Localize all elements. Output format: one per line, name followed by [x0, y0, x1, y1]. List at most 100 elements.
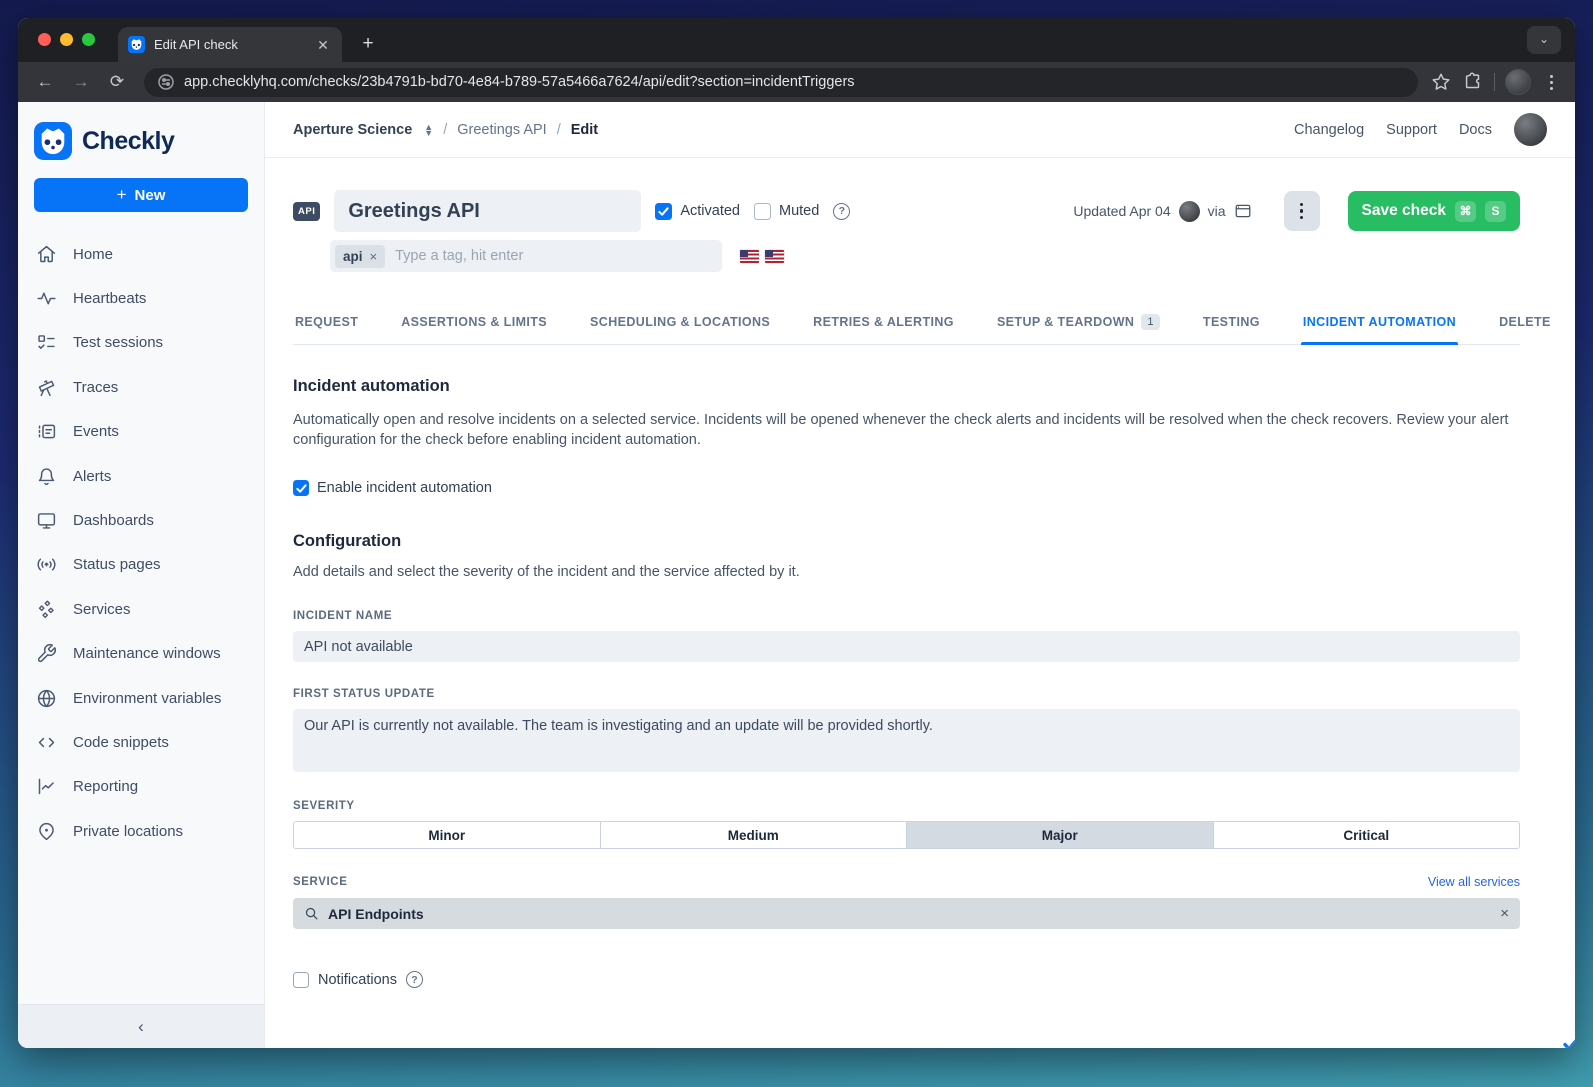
sidebar-item-traces[interactable]: Traces	[18, 365, 264, 409]
activated-label: Activated	[680, 203, 740, 219]
tab-assertions-limits[interactable]: ASSERTIONS & LIMITS	[399, 302, 549, 344]
severity-segmented-control: Minor Medium Major Critical	[293, 821, 1520, 849]
tab-close-icon[interactable]: ✕	[314, 36, 332, 54]
checkly-checkmark-icon	[1563, 1038, 1575, 1048]
severity-option-major[interactable]: Major	[906, 822, 1213, 848]
check-edit-content: API Activated Muted ? U	[265, 158, 1575, 1048]
tab-search-button[interactable]: ⌄	[1527, 26, 1561, 54]
tab-delete[interactable]: DELETE	[1497, 302, 1553, 344]
tab-testing[interactable]: TESTING	[1201, 302, 1262, 344]
browser-window-icon	[1234, 202, 1252, 220]
checkly-raccoon-icon	[34, 122, 72, 160]
site-info-icon[interactable]	[158, 74, 174, 90]
user-avatar[interactable]	[1514, 113, 1547, 146]
sidebar-item-label: Private locations	[73, 823, 183, 840]
address-bar[interactable]: app.checklyhq.com/checks/23b4791b-bd70-4…	[144, 68, 1418, 97]
new-tab-button[interactable]: +	[354, 30, 382, 58]
account-switcher[interactable]: Aperture Science	[293, 122, 412, 138]
sidebar-item-alerts[interactable]: Alerts	[18, 454, 264, 498]
breadcrumb-check-link[interactable]: Greetings API	[457, 122, 546, 138]
support-link[interactable]: Support	[1386, 122, 1437, 138]
reload-icon[interactable]: ⟳	[102, 67, 132, 97]
new-button-label: New	[135, 187, 166, 204]
save-check-button[interactable]: Save check ⌘ S	[1348, 191, 1520, 231]
notifications-help-icon[interactable]: ?	[406, 971, 423, 988]
tab-scheduling-locations[interactable]: SCHEDULING & LOCATIONS	[588, 302, 772, 344]
chevron-left-icon: ‹	[138, 1017, 144, 1037]
sidebar-item-label: Reporting	[73, 778, 138, 795]
service-select[interactable]: API Endpoints ×	[293, 898, 1520, 929]
sidebar-item-label: Dashboards	[73, 512, 154, 529]
configuration-heading: Configuration	[293, 532, 1520, 551]
more-options-button[interactable]	[1284, 191, 1320, 231]
sidebar-item-label: Environment variables	[73, 690, 221, 707]
browser-menu-icon[interactable]	[1541, 75, 1561, 90]
close-window-button[interactable]	[38, 33, 51, 46]
toolbar-divider	[1494, 73, 1495, 91]
bookmark-star-icon[interactable]	[1430, 71, 1452, 93]
updated-info: Updated Apr 04 via	[1073, 201, 1251, 222]
updated-by-avatar	[1179, 201, 1200, 222]
chart-icon	[36, 776, 57, 797]
enable-incident-automation-label: Enable incident automation	[317, 480, 492, 496]
browser-profile-avatar[interactable]	[1505, 69, 1531, 95]
sidebar-item-label: Status pages	[73, 556, 161, 573]
activated-checkbox-box[interactable]	[655, 203, 672, 220]
service-label: SERVICE View all services	[293, 875, 1520, 889]
severity-option-medium[interactable]: Medium	[600, 822, 907, 848]
notifications-checkbox[interactable]	[293, 972, 309, 988]
tab-request[interactable]: REQUEST	[293, 302, 360, 344]
severity-option-critical[interactable]: Critical	[1213, 822, 1520, 848]
sidebar-item-home[interactable]: Home	[18, 232, 264, 276]
code-icon	[36, 732, 57, 753]
first-status-update-textarea[interactable]: Our API is currently not available. The …	[293, 709, 1520, 772]
updated-text: Updated Apr 04	[1073, 203, 1170, 219]
new-button[interactable]: + New	[34, 178, 248, 212]
maximize-window-button[interactable]	[82, 33, 95, 46]
forward-icon[interactable]: →	[66, 67, 96, 97]
sidebar-item-heartbeats[interactable]: Heartbeats	[18, 276, 264, 320]
sidebar-item-maintenance-windows[interactable]: Maintenance windows	[18, 632, 264, 676]
back-icon[interactable]: ←	[30, 67, 60, 97]
sidebar-item-private-locations[interactable]: Private locations	[18, 809, 264, 853]
check-name-input[interactable]	[334, 190, 641, 232]
sidebar-collapse-button[interactable]: ‹	[18, 1004, 264, 1048]
tag-input[interactable]: api × Type a tag, hit enter	[330, 240, 722, 272]
plus-icon: +	[117, 185, 127, 205]
sidebar-item-code-snippets[interactable]: Code snippets	[18, 720, 264, 764]
enable-checkbox-box[interactable]	[293, 480, 309, 496]
sidebar-item-status-pages[interactable]: Status pages	[18, 543, 264, 587]
tab-retries-alerting[interactable]: RETRIES & ALERTING	[811, 302, 956, 344]
view-all-services-link[interactable]: View all services	[1428, 875, 1520, 889]
sidebar-item-reporting[interactable]: Reporting	[18, 765, 264, 809]
updated-via-text: via	[1208, 203, 1226, 219]
browser-tab[interactable]: Edit API check ✕	[118, 27, 342, 62]
minimize-window-button[interactable]	[60, 33, 73, 46]
extensions-icon[interactable]	[1462, 71, 1484, 93]
checkly-logo[interactable]: Checkly	[18, 102, 264, 174]
muted-checkbox-box[interactable]	[754, 203, 771, 220]
enable-incident-automation-checkbox[interactable]: Enable incident automation	[293, 480, 1520, 496]
mute-help-icon[interactable]: ?	[833, 203, 850, 220]
incident-name-input[interactable]	[293, 631, 1520, 662]
incident-automation-heading: Incident automation	[293, 377, 1520, 396]
changelog-link[interactable]: Changelog	[1294, 122, 1364, 138]
sidebar-item-test-sessions[interactable]: Test sessions	[18, 321, 264, 365]
sidebar-item-events[interactable]: Events	[18, 410, 264, 454]
checkly-favicon-icon	[128, 36, 145, 53]
docs-link[interactable]: Docs	[1459, 122, 1492, 138]
severity-option-minor[interactable]: Minor	[294, 822, 600, 848]
tab-setup-teardown[interactable]: SETUP & TEARDOWN1	[995, 302, 1162, 344]
sidebar-item-label: Test sessions	[73, 334, 163, 351]
sidebar-item-dashboards[interactable]: Dashboards	[18, 498, 264, 542]
tab-incident-automation[interactable]: INCIDENT AUTOMATION	[1301, 302, 1458, 344]
activated-checkbox[interactable]: Activated	[655, 203, 740, 220]
tag-remove-icon[interactable]: ×	[370, 249, 378, 264]
sidebar-item-environment-variables[interactable]: Environment variables	[18, 676, 264, 720]
incident-name-label: INCIDENT NAME	[293, 610, 1520, 622]
muted-checkbox[interactable]: Muted	[754, 203, 819, 220]
account-switcher-chevrons-icon[interactable]: ▲▼	[424, 124, 433, 136]
sidebar-item-services[interactable]: Services	[18, 587, 264, 631]
save-check-label: Save check	[1362, 202, 1446, 220]
clear-service-icon[interactable]: ×	[1500, 905, 1509, 922]
